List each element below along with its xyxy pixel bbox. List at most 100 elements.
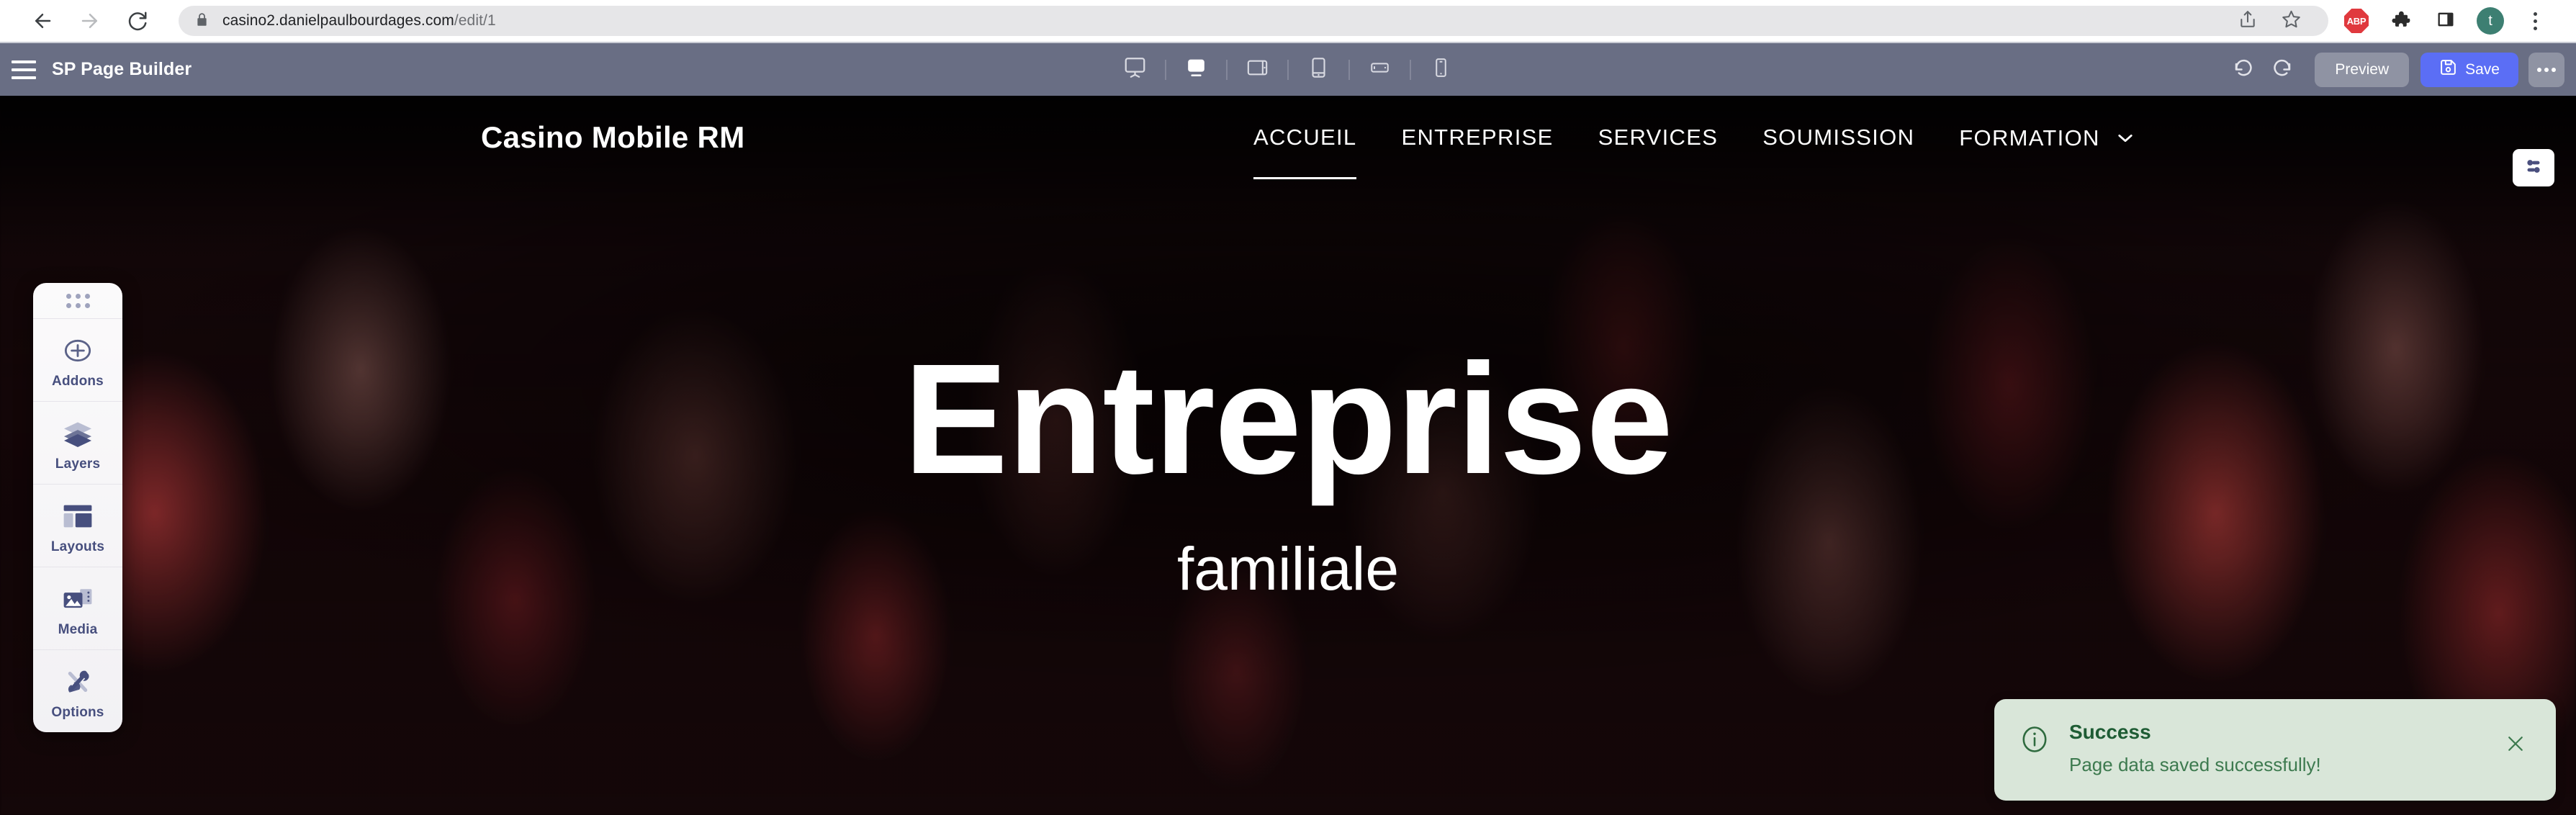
save-button[interactable]: Save bbox=[2420, 52, 2518, 87]
back-button[interactable] bbox=[19, 0, 66, 42]
lock-icon bbox=[194, 11, 210, 32]
chevron-down-icon bbox=[2117, 123, 2133, 149]
forward-arrow-icon bbox=[79, 10, 101, 32]
close-icon bbox=[2505, 733, 2526, 758]
media-icon bbox=[63, 583, 93, 615]
mobile-portrait-icon bbox=[1431, 57, 1452, 82]
hamburger-line bbox=[12, 68, 36, 71]
device-mobile-landscape-button[interactable] bbox=[1360, 48, 1400, 91]
builder-title: SP Page Builder bbox=[52, 59, 192, 79]
address-bar-actions bbox=[2219, 6, 2312, 36]
star-icon bbox=[2282, 9, 2301, 32]
site-header: Casino Mobile RM ACCUEIL ENTREPRISE SERV… bbox=[0, 96, 2576, 179]
tool-item-options[interactable]: Options bbox=[33, 650, 122, 732]
tablet-landscape-icon bbox=[1246, 56, 1269, 83]
dot bbox=[2537, 67, 2541, 72]
device-desktop-button[interactable] bbox=[1115, 48, 1156, 91]
bookmark-button[interactable] bbox=[2269, 6, 2312, 36]
back-arrow-icon bbox=[32, 10, 53, 32]
url-text: casino2.danielpaulbourdages.com/edit/1 bbox=[222, 12, 496, 30]
builder-actions: Preview Save bbox=[2224, 50, 2576, 89]
tool-label-layers: Layers bbox=[55, 456, 101, 472]
dot bbox=[2544, 67, 2549, 72]
tools-icon bbox=[63, 666, 93, 698]
more-options-button[interactable] bbox=[2528, 52, 2564, 87]
layers-icon bbox=[63, 418, 93, 449]
info-circle-icon bbox=[2019, 724, 2050, 759]
success-toast: Success Page data saved successfully! bbox=[1994, 699, 2556, 801]
reload-icon bbox=[127, 10, 148, 32]
puzzle-piece-icon bbox=[2390, 9, 2412, 34]
site-logo[interactable]: Casino Mobile RM bbox=[481, 120, 744, 155]
tool-label-layouts: Layouts bbox=[50, 539, 105, 554]
side-panel-button[interactable] bbox=[2423, 0, 2468, 42]
device-tablet-portrait-button[interactable] bbox=[1299, 48, 1339, 91]
redo-button[interactable] bbox=[2263, 50, 2302, 89]
nav-item-accueil[interactable]: ACCUEIL bbox=[1231, 125, 1379, 179]
nav-item-formation[interactable]: FORMATION bbox=[1937, 123, 2155, 151]
toast-close-button[interactable] bbox=[2500, 729, 2531, 761]
divider bbox=[1348, 59, 1350, 80]
undo-button[interactable] bbox=[2224, 50, 2263, 89]
reload-button[interactable] bbox=[114, 0, 161, 42]
toast-title: Success bbox=[2069, 721, 2151, 743]
tool-label-media: Media bbox=[58, 622, 98, 637]
toast-message: Page data saved successfully! bbox=[2069, 754, 2321, 775]
mobile-landscape-icon bbox=[1369, 57, 1391, 82]
hamburger-line bbox=[12, 60, 36, 63]
extensions-button[interactable] bbox=[2379, 0, 2423, 42]
tablet-portrait-icon bbox=[1307, 56, 1330, 83]
adblock-plus-button[interactable]: ABP bbox=[2334, 0, 2379, 42]
save-disk-icon bbox=[2439, 58, 2457, 81]
device-tablet-landscape-button[interactable] bbox=[1238, 48, 1278, 91]
drag-dots-icon bbox=[66, 293, 90, 308]
device-preview-switcher bbox=[1115, 42, 1462, 96]
tool-item-layers[interactable]: Layers bbox=[33, 402, 122, 485]
device-laptop-button[interactable] bbox=[1176, 48, 1217, 91]
adblock-plus-icon: ABP bbox=[2344, 9, 2369, 33]
browser-menu-button[interactable] bbox=[2513, 0, 2557, 42]
section-settings-button[interactable] bbox=[2513, 149, 2554, 186]
tool-label-options: Options bbox=[51, 705, 104, 720]
site-navigation: ACCUEIL ENTREPRISE SERVICES SOUMISSION F… bbox=[1231, 123, 2156, 179]
nav-item-services[interactable]: SERVICES bbox=[1576, 125, 1741, 150]
plus-circle-icon bbox=[63, 335, 92, 366]
tool-item-layouts[interactable]: Layouts bbox=[33, 485, 122, 567]
side-panel-icon bbox=[2436, 9, 2456, 33]
avatar: t bbox=[2477, 7, 2504, 35]
page-canvas[interactable]: Casino Mobile RM ACCUEIL ENTREPRISE SERV… bbox=[0, 96, 2576, 815]
tool-label-addons: Addons bbox=[52, 374, 104, 389]
preview-button[interactable]: Preview bbox=[2315, 52, 2410, 87]
divider bbox=[1287, 59, 1289, 80]
builder-tool-panel: Addons Layers Layouts Media Options bbox=[33, 283, 122, 732]
nav-item-formation-label: FORMATION bbox=[1959, 125, 2100, 150]
page-builder-toolbar: SP Page Builder Preview Save bbox=[0, 42, 2576, 96]
kebab-menu-icon bbox=[2533, 12, 2537, 30]
builder-menu-button[interactable] bbox=[12, 60, 36, 79]
toast-body: Success Page data saved successfully! bbox=[2069, 721, 2481, 776]
desktop-icon bbox=[1123, 55, 1148, 84]
laptop-icon bbox=[1184, 55, 1209, 84]
nav-item-entreprise[interactable]: ENTREPRISE bbox=[1379, 125, 1575, 150]
panel-drag-handle[interactable] bbox=[33, 283, 122, 319]
tool-item-media[interactable]: Media bbox=[33, 567, 122, 650]
layouts-icon bbox=[63, 500, 93, 532]
profile-button[interactable]: t bbox=[2468, 0, 2513, 42]
hero-title[interactable]: Entreprise bbox=[904, 341, 1673, 498]
browser-toolbar: casino2.danielpaulbourdages.com/edit/1 A… bbox=[0, 0, 2576, 42]
divider bbox=[1226, 59, 1228, 80]
redo-icon bbox=[2271, 57, 2293, 82]
forward-button[interactable] bbox=[66, 0, 114, 42]
save-button-label: Save bbox=[2465, 60, 2500, 78]
dot bbox=[2552, 67, 2556, 72]
url-path: /edit/1 bbox=[454, 12, 496, 29]
device-mobile-portrait-button[interactable] bbox=[1421, 48, 1462, 91]
tool-item-addons[interactable]: Addons bbox=[33, 319, 122, 402]
nav-item-soumission[interactable]: SOUMISSION bbox=[1740, 125, 1937, 150]
undo-icon bbox=[2233, 57, 2254, 82]
address-bar[interactable]: casino2.danielpaulbourdages.com/edit/1 bbox=[179, 6, 2328, 36]
share-button[interactable] bbox=[2226, 6, 2269, 36]
hero-subtitle[interactable]: familiale bbox=[1177, 539, 1399, 599]
url-host: casino2.danielpaulbourdages.com bbox=[222, 12, 454, 29]
extension-icons: ABP t bbox=[2334, 0, 2557, 42]
